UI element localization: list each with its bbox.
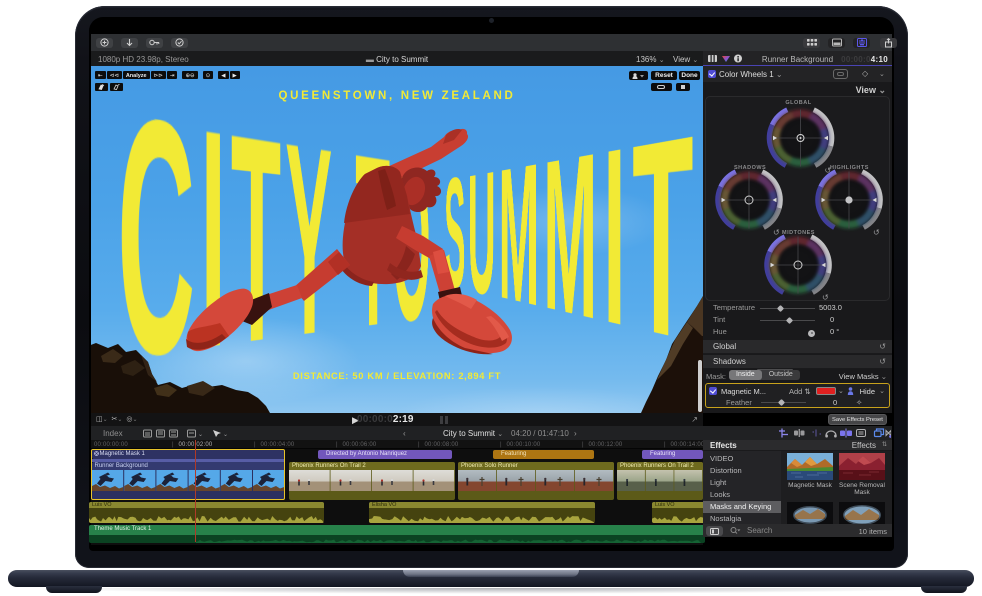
svg-text:⌄: ⌄	[198, 432, 203, 438]
svg-text:⌄: ⌄	[223, 432, 228, 438]
